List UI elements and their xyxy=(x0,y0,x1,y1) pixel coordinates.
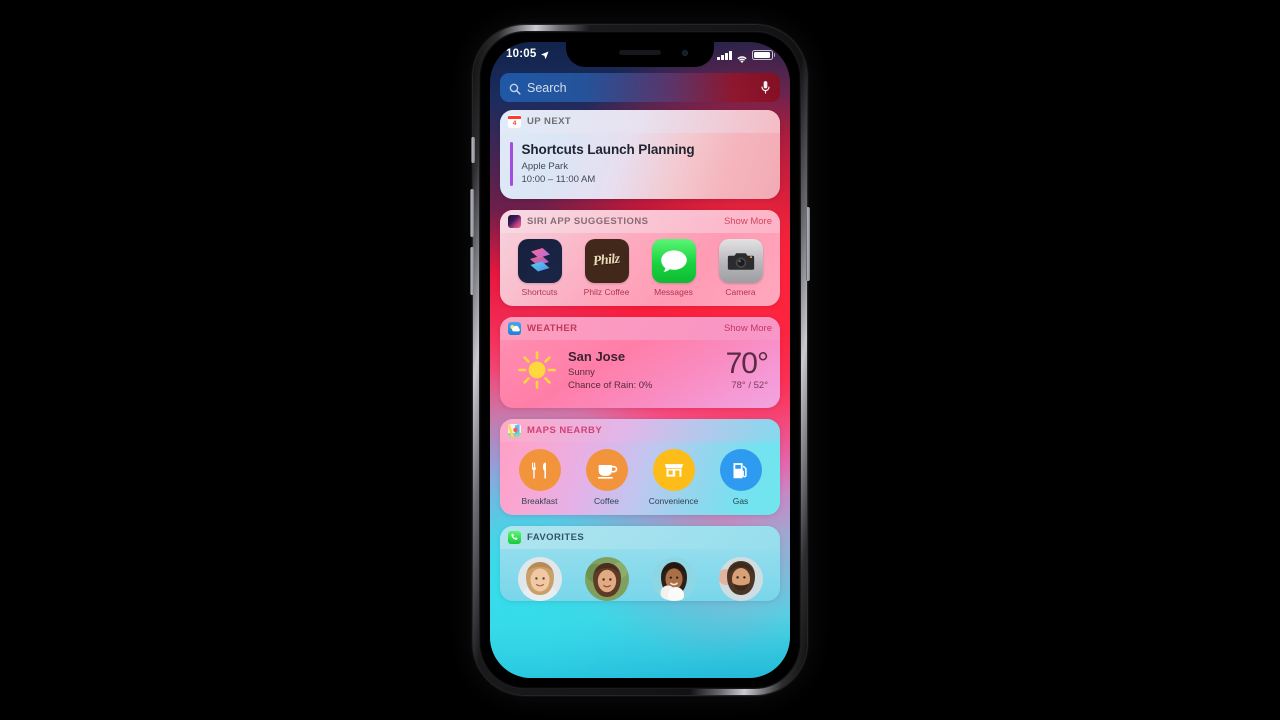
volume-up-button[interactable] xyxy=(470,189,474,237)
search-bar[interactable]: Search xyxy=(500,73,780,102)
weather-temperature-block: 70° 78° / 52° xyxy=(725,347,770,392)
event-time: 10:00 – 11:00 AM xyxy=(521,174,596,185)
widget-header-favorites: FAVORITES xyxy=(500,526,780,549)
widget-title-weather: WEATHER xyxy=(527,323,578,334)
storefront-icon xyxy=(652,449,695,491)
messages-app-icon xyxy=(651,239,696,283)
iphone-device: 10:05 Search 4 UP NEXT Shortcuts Launch … xyxy=(470,25,810,695)
weather-high-low: 78° / 52° xyxy=(731,380,768,391)
app-label-shortcuts: Shortcuts xyxy=(521,287,558,297)
calendar-event[interactable]: Shortcuts Launch Planning Apple Park 10:… xyxy=(500,133,780,199)
widget-up-next[interactable]: 4 UP NEXT Shortcuts Launch Planning Appl… xyxy=(500,110,780,199)
poi-label-coffee: Coffee xyxy=(594,496,619,506)
poi-breakfast[interactable]: Breakfast xyxy=(506,449,573,506)
contact-avatar-1 xyxy=(517,557,562,601)
widget-siri-suggestions[interactable]: SIRI APP SUGGESTIONS Show More Shortcuts… xyxy=(500,210,780,306)
camera-app-icon xyxy=(718,239,763,283)
silent-switch[interactable] xyxy=(471,137,475,163)
show-more-siri[interactable]: Show More xyxy=(724,216,772,227)
cellular-bars-icon xyxy=(717,50,732,60)
app-suggestion-shortcuts[interactable]: Shortcuts xyxy=(506,239,573,297)
poi-label-breakfast: Breakfast xyxy=(521,496,558,506)
widget-header-weather: WEATHER Show More xyxy=(500,317,780,340)
contact-avatar-3 xyxy=(651,557,696,601)
search-container: Search xyxy=(500,73,780,102)
widget-favorites[interactable]: FAVORITES xyxy=(500,526,780,601)
event-details: Shortcuts Launch Planning Apple Park 10:… xyxy=(522,142,695,186)
phone-screen: 10:05 Search 4 UP NEXT Shortcuts Launch … xyxy=(490,42,790,678)
app-suggestion-messages[interactable]: Messages xyxy=(640,239,707,297)
poi-gas[interactable]: Gas xyxy=(707,449,774,506)
favorite-contact-2[interactable] xyxy=(573,557,640,601)
weather-details: San Jose Sunny Chance of Rain: 0% xyxy=(564,349,726,392)
favorite-contact-3[interactable] xyxy=(640,557,707,601)
microphone-icon[interactable] xyxy=(760,80,771,95)
app-label-philz: Philz Coffee xyxy=(583,287,630,297)
contact-avatar-4 xyxy=(718,557,763,601)
device-bezel: 10:05 Search 4 UP NEXT Shortcuts Launch … xyxy=(479,31,801,689)
maps-poi-row: Breakfast Coffee Convenience Gas xyxy=(500,442,780,515)
philz-wordmark: Philz xyxy=(592,251,621,270)
widget-weather[interactable]: WEATHER Show More San Jose Sunny Chance … xyxy=(500,317,780,408)
fuel-pump-icon xyxy=(719,449,762,491)
siri-icon xyxy=(508,215,521,228)
weather-temperature: 70° xyxy=(725,347,769,380)
event-accent-bar xyxy=(510,142,513,186)
status-bar-left: 10:05 xyxy=(506,48,549,60)
event-title: Shortcuts Launch Planning xyxy=(521,142,695,157)
screenshot-stage: 10:05 Search 4 UP NEXT Shortcuts Launch … xyxy=(0,0,1280,720)
weather-city: San Jose xyxy=(568,348,626,364)
app-suggestion-philz[interactable]: Philz Philz Coffee xyxy=(573,239,640,297)
front-camera xyxy=(682,50,688,56)
app-suggestion-camera[interactable]: Camera xyxy=(707,239,774,297)
location-arrow-icon xyxy=(541,50,549,59)
favorite-contact-4[interactable] xyxy=(707,557,774,601)
sun-icon xyxy=(510,348,564,392)
search-input[interactable]: Search xyxy=(527,81,760,95)
phone-icon xyxy=(508,531,521,544)
weather-body: San Jose Sunny Chance of Rain: 0% 70° 78… xyxy=(500,340,780,408)
search-icon xyxy=(509,82,521,95)
poi-convenience[interactable]: Convenience xyxy=(640,449,707,506)
widget-header-up-next: 4 UP NEXT xyxy=(500,110,780,133)
widget-header-maps: MAPS NEARBY xyxy=(500,419,780,442)
volume-down-button[interactable] xyxy=(470,247,474,295)
power-button[interactable] xyxy=(806,207,810,281)
fork-knife-icon xyxy=(518,449,561,491)
contact-avatar-2 xyxy=(584,557,629,601)
app-label-messages: Messages xyxy=(654,287,693,297)
widget-header-siri: SIRI APP SUGGESTIONS Show More xyxy=(500,210,780,233)
earpiece-speaker xyxy=(619,50,661,55)
maps-icon xyxy=(508,424,521,437)
widget-title-up-next: UP NEXT xyxy=(527,116,572,127)
notch xyxy=(566,42,714,67)
show-more-weather[interactable]: Show More xyxy=(724,323,772,334)
poi-label-gas: Gas xyxy=(732,496,749,506)
app-suggestion-row: Shortcuts Philz Philz Coffee Messages Ca… xyxy=(500,233,780,306)
favorite-contact-1[interactable] xyxy=(506,557,573,601)
status-time: 10:05 xyxy=(506,48,537,60)
event-location: Apple Park xyxy=(521,161,568,172)
calendar-icon: 4 xyxy=(508,115,521,128)
favorites-row xyxy=(500,549,780,601)
wifi-icon xyxy=(736,51,748,63)
status-bar-right xyxy=(717,50,775,63)
philz-coffee-app-icon: Philz xyxy=(584,239,629,283)
weather-condition: Sunny xyxy=(568,366,595,378)
widget-maps-nearby[interactable]: MAPS NEARBY Breakfast Coffee Convenience… xyxy=(500,419,780,515)
battery-full-icon xyxy=(751,50,775,60)
widget-title-siri: SIRI APP SUGGESTIONS xyxy=(527,216,649,227)
app-label-camera: Camera xyxy=(725,287,756,297)
weather-icon xyxy=(508,322,521,335)
poi-label-convenience: Convenience xyxy=(648,496,699,506)
weather-chance-of-rain: Chance of Rain: 0% xyxy=(568,379,653,391)
widget-title-favorites: FAVORITES xyxy=(527,532,585,543)
shortcuts-app-icon xyxy=(517,239,562,283)
poi-coffee[interactable]: Coffee xyxy=(573,449,640,506)
widget-title-maps: MAPS NEARBY xyxy=(527,425,603,436)
widget-list[interactable]: 4 UP NEXT Shortcuts Launch Planning Appl… xyxy=(500,110,780,678)
coffee-cup-icon xyxy=(585,449,628,491)
